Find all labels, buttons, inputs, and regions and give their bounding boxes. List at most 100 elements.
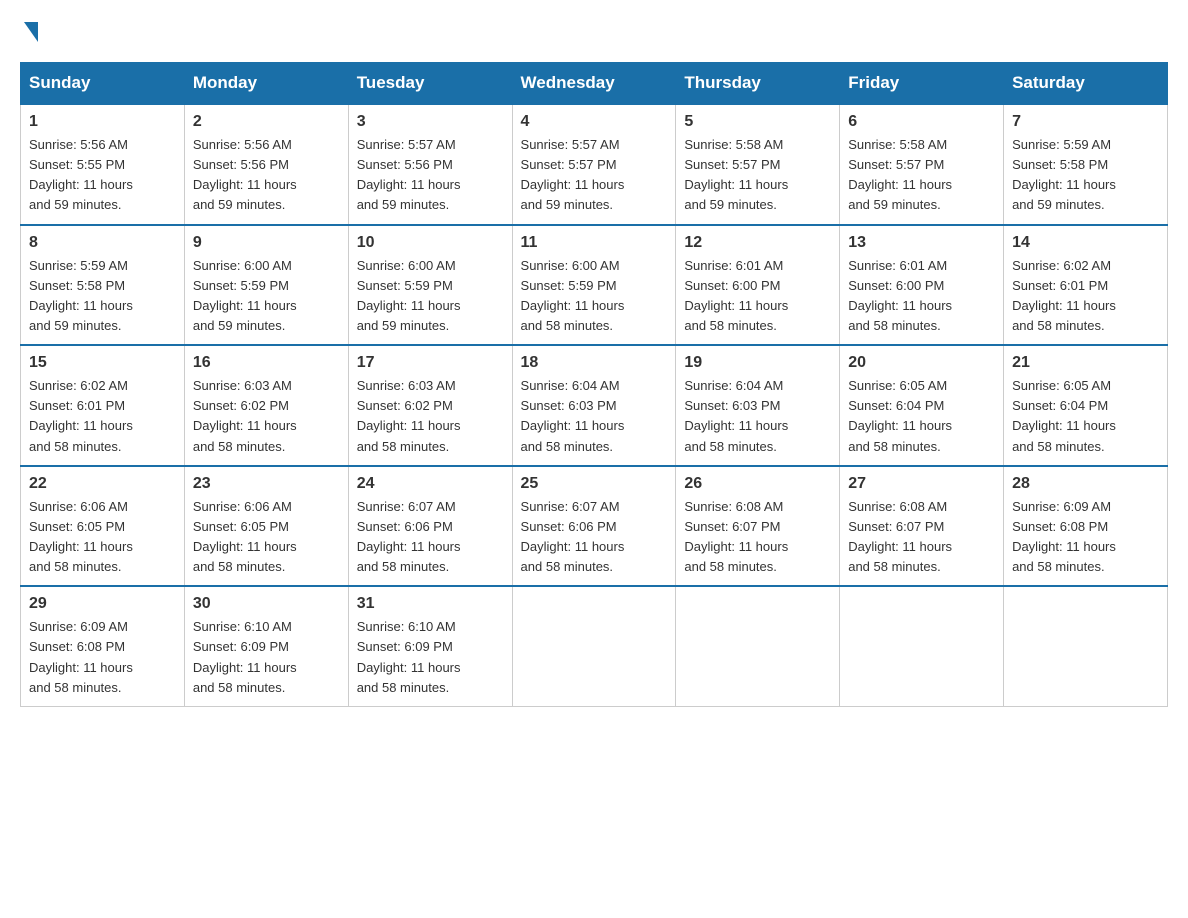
weekday-header-row: SundayMondayTuesdayWednesdayThursdayFrid… [21,63,1168,105]
day-info: Sunrise: 6:00 AM Sunset: 5:59 PM Dayligh… [521,258,625,333]
day-info: Sunrise: 6:01 AM Sunset: 6:00 PM Dayligh… [848,258,952,333]
day-number: 5 [684,113,831,131]
day-number: 20 [848,354,995,372]
day-info: Sunrise: 5:59 AM Sunset: 5:58 PM Dayligh… [1012,137,1116,212]
logo-triangle-icon [24,22,38,42]
day-number: 14 [1012,234,1159,252]
calendar-cell [1004,586,1168,706]
day-number: 4 [521,113,668,131]
logo-blue-text [20,20,38,42]
calendar-cell: 17 Sunrise: 6:03 AM Sunset: 6:02 PM Dayl… [348,345,512,466]
day-number: 24 [357,475,504,493]
weekday-header-thursday: Thursday [676,63,840,105]
day-info: Sunrise: 6:00 AM Sunset: 5:59 PM Dayligh… [193,258,297,333]
page-header [20,20,1168,42]
day-info: Sunrise: 5:59 AM Sunset: 5:58 PM Dayligh… [29,258,133,333]
day-info: Sunrise: 6:08 AM Sunset: 6:07 PM Dayligh… [848,499,952,574]
day-info: Sunrise: 5:57 AM Sunset: 5:57 PM Dayligh… [521,137,625,212]
calendar-cell [840,586,1004,706]
calendar-table: SundayMondayTuesdayWednesdayThursdayFrid… [20,62,1168,707]
day-info: Sunrise: 6:07 AM Sunset: 6:06 PM Dayligh… [357,499,461,574]
logo [20,20,38,42]
calendar-cell: 24 Sunrise: 6:07 AM Sunset: 6:06 PM Dayl… [348,466,512,587]
day-info: Sunrise: 6:00 AM Sunset: 5:59 PM Dayligh… [357,258,461,333]
calendar-week-5: 29 Sunrise: 6:09 AM Sunset: 6:08 PM Dayl… [21,586,1168,706]
day-number: 2 [193,113,340,131]
day-info: Sunrise: 6:03 AM Sunset: 6:02 PM Dayligh… [193,378,297,453]
day-info: Sunrise: 6:01 AM Sunset: 6:00 PM Dayligh… [684,258,788,333]
day-info: Sunrise: 6:05 AM Sunset: 6:04 PM Dayligh… [1012,378,1116,453]
calendar-cell: 29 Sunrise: 6:09 AM Sunset: 6:08 PM Dayl… [21,586,185,706]
day-number: 28 [1012,475,1159,493]
day-info: Sunrise: 6:09 AM Sunset: 6:08 PM Dayligh… [1012,499,1116,574]
day-info: Sunrise: 6:06 AM Sunset: 6:05 PM Dayligh… [193,499,297,574]
day-number: 7 [1012,113,1159,131]
day-number: 18 [521,354,668,372]
calendar-cell: 15 Sunrise: 6:02 AM Sunset: 6:01 PM Dayl… [21,345,185,466]
day-info: Sunrise: 6:10 AM Sunset: 6:09 PM Dayligh… [357,619,461,694]
day-info: Sunrise: 5:56 AM Sunset: 5:56 PM Dayligh… [193,137,297,212]
calendar-cell: 11 Sunrise: 6:00 AM Sunset: 5:59 PM Dayl… [512,225,676,346]
day-number: 21 [1012,354,1159,372]
calendar-cell: 7 Sunrise: 5:59 AM Sunset: 5:58 PM Dayli… [1004,104,1168,225]
day-number: 29 [29,595,176,613]
calendar-week-4: 22 Sunrise: 6:06 AM Sunset: 6:05 PM Dayl… [21,466,1168,587]
calendar-cell: 23 Sunrise: 6:06 AM Sunset: 6:05 PM Dayl… [184,466,348,587]
weekday-header-wednesday: Wednesday [512,63,676,105]
day-number: 31 [357,595,504,613]
day-number: 17 [357,354,504,372]
day-info: Sunrise: 5:58 AM Sunset: 5:57 PM Dayligh… [848,137,952,212]
day-number: 27 [848,475,995,493]
day-number: 6 [848,113,995,131]
calendar-cell: 18 Sunrise: 6:04 AM Sunset: 6:03 PM Dayl… [512,345,676,466]
calendar-cell: 2 Sunrise: 5:56 AM Sunset: 5:56 PM Dayli… [184,104,348,225]
calendar-cell: 27 Sunrise: 6:08 AM Sunset: 6:07 PM Dayl… [840,466,1004,587]
weekday-header-monday: Monday [184,63,348,105]
weekday-header-sunday: Sunday [21,63,185,105]
day-number: 1 [29,113,176,131]
day-info: Sunrise: 6:08 AM Sunset: 6:07 PM Dayligh… [684,499,788,574]
day-number: 26 [684,475,831,493]
day-number: 30 [193,595,340,613]
calendar-cell: 22 Sunrise: 6:06 AM Sunset: 6:05 PM Dayl… [21,466,185,587]
weekday-header-saturday: Saturday [1004,63,1168,105]
calendar-cell: 1 Sunrise: 5:56 AM Sunset: 5:55 PM Dayli… [21,104,185,225]
calendar-cell: 6 Sunrise: 5:58 AM Sunset: 5:57 PM Dayli… [840,104,1004,225]
calendar-week-1: 1 Sunrise: 5:56 AM Sunset: 5:55 PM Dayli… [21,104,1168,225]
day-info: Sunrise: 6:03 AM Sunset: 6:02 PM Dayligh… [357,378,461,453]
weekday-header-tuesday: Tuesday [348,63,512,105]
calendar-cell: 9 Sunrise: 6:00 AM Sunset: 5:59 PM Dayli… [184,225,348,346]
calendar-cell: 4 Sunrise: 5:57 AM Sunset: 5:57 PM Dayli… [512,104,676,225]
calendar-cell: 5 Sunrise: 5:58 AM Sunset: 5:57 PM Dayli… [676,104,840,225]
calendar-cell: 26 Sunrise: 6:08 AM Sunset: 6:07 PM Dayl… [676,466,840,587]
weekday-header-friday: Friday [840,63,1004,105]
day-number: 9 [193,234,340,252]
day-number: 16 [193,354,340,372]
calendar-cell: 10 Sunrise: 6:00 AM Sunset: 5:59 PM Dayl… [348,225,512,346]
day-info: Sunrise: 5:56 AM Sunset: 5:55 PM Dayligh… [29,137,133,212]
calendar-week-3: 15 Sunrise: 6:02 AM Sunset: 6:01 PM Dayl… [21,345,1168,466]
day-number: 10 [357,234,504,252]
calendar-cell: 12 Sunrise: 6:01 AM Sunset: 6:00 PM Dayl… [676,225,840,346]
calendar-cell: 31 Sunrise: 6:10 AM Sunset: 6:09 PM Dayl… [348,586,512,706]
day-number: 13 [848,234,995,252]
day-info: Sunrise: 6:02 AM Sunset: 6:01 PM Dayligh… [1012,258,1116,333]
calendar-cell: 25 Sunrise: 6:07 AM Sunset: 6:06 PM Dayl… [512,466,676,587]
day-info: Sunrise: 6:07 AM Sunset: 6:06 PM Dayligh… [521,499,625,574]
day-info: Sunrise: 6:10 AM Sunset: 6:09 PM Dayligh… [193,619,297,694]
day-number: 23 [193,475,340,493]
day-number: 12 [684,234,831,252]
day-info: Sunrise: 5:58 AM Sunset: 5:57 PM Dayligh… [684,137,788,212]
day-number: 8 [29,234,176,252]
calendar-cell: 14 Sunrise: 6:02 AM Sunset: 6:01 PM Dayl… [1004,225,1168,346]
day-info: Sunrise: 6:04 AM Sunset: 6:03 PM Dayligh… [521,378,625,453]
day-info: Sunrise: 6:05 AM Sunset: 6:04 PM Dayligh… [848,378,952,453]
day-info: Sunrise: 6:06 AM Sunset: 6:05 PM Dayligh… [29,499,133,574]
calendar-cell: 8 Sunrise: 5:59 AM Sunset: 5:58 PM Dayli… [21,225,185,346]
day-info: Sunrise: 5:57 AM Sunset: 5:56 PM Dayligh… [357,137,461,212]
calendar-week-2: 8 Sunrise: 5:59 AM Sunset: 5:58 PM Dayli… [21,225,1168,346]
day-number: 22 [29,475,176,493]
day-info: Sunrise: 6:09 AM Sunset: 6:08 PM Dayligh… [29,619,133,694]
day-number: 15 [29,354,176,372]
calendar-cell: 13 Sunrise: 6:01 AM Sunset: 6:00 PM Dayl… [840,225,1004,346]
